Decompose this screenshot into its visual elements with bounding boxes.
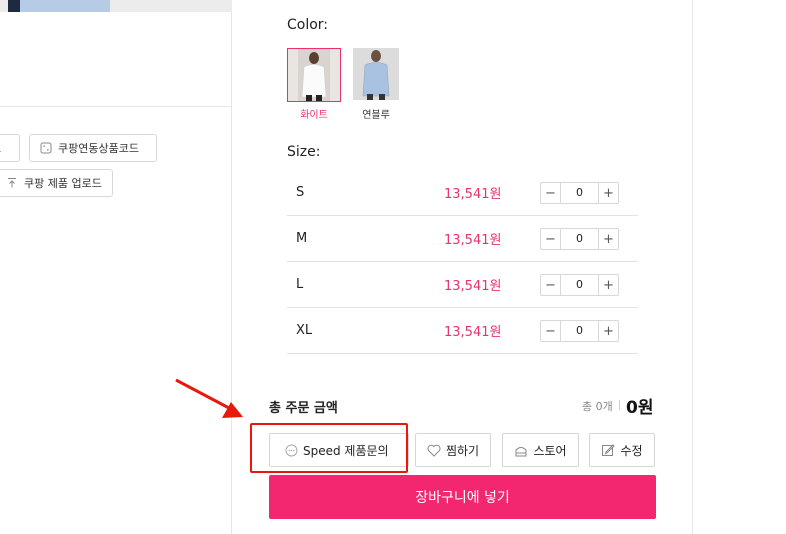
size-name: L <box>296 277 304 292</box>
size-price: 13,541원 <box>444 279 502 294</box>
quantity-stepper: − 0 + <box>540 320 619 342</box>
color-label-lightblue: 연블루 <box>362 110 390 121</box>
left-panel: 크 쿠팡연동상품코드 쿠팡 제품 업로드 <box>0 0 232 534</box>
increase-button[interactable]: + <box>598 183 618 203</box>
total-price: 0원 <box>626 398 654 418</box>
size-row: M 13,541원 − 0 + <box>287 216 638 262</box>
divider <box>692 0 693 534</box>
wishlist-label: 찜하기 <box>445 443 480 458</box>
size-price: 13,541원 <box>444 325 502 340</box>
size-table: S 13,541원 − 0 + M 13,541원 − 0 + L 13,541… <box>287 170 638 354</box>
total-amount-label: 총 주문 금액 <box>269 401 338 416</box>
coupang-upload-button[interactable]: 쿠팡 제품 업로드 <box>0 169 113 197</box>
coupang-linked-code-label: 쿠팡연동상품코드 <box>58 142 139 155</box>
store-label: 스토어 <box>533 443 567 458</box>
edit-label: 수정 <box>620 443 643 458</box>
link-button[interactable]: 크 <box>0 134 20 162</box>
quantity-value[interactable]: 0 <box>561 183 598 203</box>
quantity-stepper: − 0 + <box>540 228 619 250</box>
size-price: 13,541원 <box>444 233 502 248</box>
coupang-linked-code-button[interactable]: 쿠팡연동상품코드 <box>29 134 157 162</box>
total-count: 총 0개 <box>582 400 613 413</box>
link-button-label: 크 <box>0 140 1 156</box>
edit-button[interactable]: 수정 <box>589 433 655 467</box>
add-to-cart-button[interactable]: 장바구니에 넣기 <box>269 475 656 519</box>
edit-icon <box>601 443 616 457</box>
color-swatch-lightblue[interactable] <box>353 48 399 100</box>
color-title: Color: <box>287 17 329 33</box>
annotation-highlight-box <box>250 423 408 473</box>
increase-button[interactable]: + <box>598 229 618 249</box>
decrease-button[interactable]: − <box>541 183 561 203</box>
heart-icon <box>427 443 441 457</box>
store-button[interactable]: 스토어 <box>502 433 579 467</box>
decrease-button[interactable]: − <box>541 275 561 295</box>
color-label-white: 화이트 <box>300 110 328 121</box>
size-name: M <box>296 231 308 246</box>
quantity-stepper: − 0 + <box>540 274 619 296</box>
increase-button[interactable]: + <box>598 275 618 295</box>
product-main-image <box>0 0 232 12</box>
wishlist-button[interactable]: 찜하기 <box>415 433 491 467</box>
link-code-icon <box>40 142 52 154</box>
divider <box>0 106 232 107</box>
size-row: L 13,541원 − 0 + <box>287 262 638 308</box>
quantity-value[interactable]: 0 <box>561 229 598 249</box>
size-title: Size: <box>287 144 321 160</box>
divider <box>619 400 620 410</box>
quantity-value[interactable]: 0 <box>561 321 598 341</box>
coupang-upload-label: 쿠팡 제품 업로드 <box>24 177 102 190</box>
quantity-value[interactable]: 0 <box>561 275 598 295</box>
color-swatch-white[interactable] <box>287 48 341 102</box>
size-row: S 13,541원 − 0 + <box>287 170 638 216</box>
size-name: XL <box>296 323 313 338</box>
size-name: S <box>296 185 305 200</box>
decrease-button[interactable]: − <box>541 321 561 341</box>
store-icon <box>514 443 528 457</box>
decrease-button[interactable]: − <box>541 229 561 249</box>
increase-button[interactable]: + <box>598 321 618 341</box>
quantity-stepper: − 0 + <box>540 182 619 204</box>
size-row: XL 13,541원 − 0 + <box>287 308 638 354</box>
upload-icon <box>6 177 18 189</box>
size-price: 13,541원 <box>444 187 502 202</box>
